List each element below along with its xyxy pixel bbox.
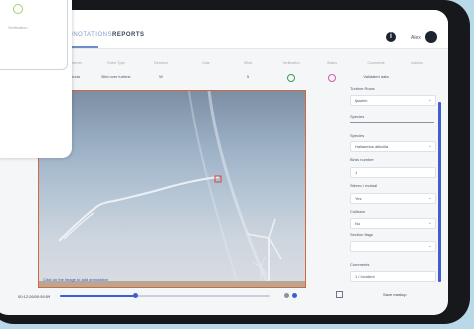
stereo-label: Stereo / mutual — [350, 183, 378, 188]
meta-verification: Verification — [272, 61, 310, 87]
popover-label: Verification — [8, 25, 28, 30]
panel-scrollbar[interactable] — [438, 102, 441, 282]
verification-ring-icon[interactable] — [13, 4, 23, 14]
meta-label: Status — [327, 61, 337, 65]
fullscreen-icon[interactable] — [336, 291, 343, 298]
species-select[interactable]: Haliaeetus albicilla ⌄ — [350, 141, 436, 152]
status-icon[interactable] — [328, 74, 336, 82]
photo-caption: Click on the image to add annotation — [43, 277, 108, 282]
meta-value: Bird over turbine — [101, 74, 131, 79]
birds-number-value: 1 — [355, 170, 358, 175]
turbine-rows-select[interactable]: Ijsselm ⌄ — [350, 95, 436, 106]
save-markup-button[interactable]: Save markup — [383, 292, 407, 297]
verification-popover: Verification — [0, 0, 72, 158]
turbine-rows-value: Ijsselm — [355, 98, 368, 103]
user-avatar-icon[interactable] — [425, 31, 437, 43]
meta-label: Date — [202, 61, 210, 65]
meta-actions: Actions — [398, 61, 436, 69]
collision-value: No — [355, 221, 361, 226]
meta-label: Comments — [367, 61, 385, 65]
meta-value: Validated data — [363, 74, 389, 79]
stereo-select[interactable]: Yes ⌄ — [350, 193, 436, 204]
collision-label: Collision — [350, 209, 366, 214]
species-label: Species — [350, 133, 365, 138]
meta-direction: Direction W — [142, 61, 180, 79]
meta-label: Verification — [282, 61, 300, 65]
birds-number-label: Birds number — [350, 157, 374, 162]
species-value: Haliaeetus albicilla — [355, 144, 389, 149]
meta-value: W — [159, 74, 163, 79]
species-section-heading: Species — [350, 114, 434, 123]
playback-progress-fill — [60, 295, 136, 297]
playback-progress-bar[interactable] — [60, 293, 270, 298]
section-flags-select[interactable]: ⌄ — [350, 241, 436, 252]
loop-icon[interactable] — [284, 293, 289, 298]
playback-progress-handle[interactable] — [133, 293, 139, 298]
meta-status: Status — [313, 61, 351, 87]
tab-reports[interactable]: REPORTS — [112, 32, 145, 38]
comments-input[interactable]: 1 / Incident — [350, 271, 436, 282]
observation-photo[interactable]: Click on the image to add annotation — [38, 90, 306, 288]
collision-select[interactable]: No ⌄ — [350, 218, 436, 229]
meta-label: Actions — [411, 61, 423, 65]
meta-label: Direction — [154, 61, 168, 65]
user-name: Alex — [411, 35, 421, 41]
turbine-rows-label: Turbine Rows — [350, 86, 375, 91]
timecode: 00:12:26/00:59:59 — [18, 294, 51, 299]
play-icon[interactable] — [292, 293, 297, 298]
chevron-down-icon: ⌄ — [427, 97, 432, 103]
comments-label: Comments — [350, 262, 370, 267]
birds-number-input[interactable]: 1 — [350, 167, 436, 178]
comments-value: 1 / Incident — [355, 274, 375, 279]
chevron-down-icon: ⌄ — [427, 243, 432, 249]
photo-scene — [39, 91, 305, 287]
section-flags-label: Section flags — [350, 232, 373, 237]
chevron-down-icon: ⌄ — [427, 143, 432, 149]
meta-comments: Comments Validated data — [357, 61, 395, 79]
stereo-value: Yes — [355, 196, 362, 201]
chevron-down-icon: ⌄ — [427, 220, 432, 226]
meta-date: Date — [187, 61, 225, 74]
meta-label: Event Type — [107, 61, 125, 65]
meta-value: 5 — [246, 74, 250, 79]
meta-label: Wind — [244, 61, 252, 65]
popover-frame — [0, 0, 68, 70]
meta-wind: Wind 5 — [229, 61, 267, 79]
chevron-down-icon: ⌄ — [427, 195, 432, 201]
verification-status-icon[interactable] — [287, 74, 295, 82]
meta-event-type: Event Type Bird over turbine — [97, 61, 135, 79]
info-icon[interactable]: i — [386, 32, 396, 42]
